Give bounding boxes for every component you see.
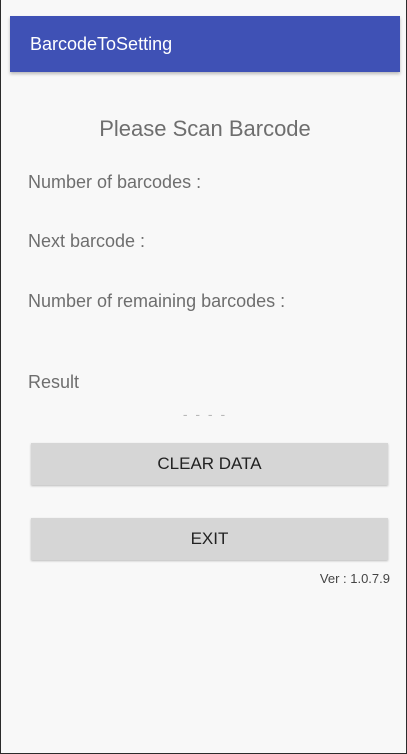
next-barcode-label: Next barcode : [28, 231, 146, 251]
scan-instruction: Please Scan Barcode [99, 116, 311, 141]
app-bar: BarcodeToSetting [10, 16, 400, 72]
result-label: Result [28, 372, 80, 392]
version-label: Ver : 1.0.7.9 [319, 571, 390, 586]
app-screen: BarcodeToSetting Please Scan Barcode Num… [0, 0, 407, 754]
result-value: - - - - [182, 406, 228, 422]
number-of-barcodes-label: Number of barcodes : [28, 172, 202, 192]
main-content: Please Scan Barcode Number of barcodes :… [10, 72, 400, 752]
app-title: BarcodeToSetting [30, 34, 173, 54]
remaining-barcodes-label: Number of remaining barcodes : [28, 291, 286, 311]
clear-data-button[interactable]: CLEAR DATA [31, 443, 388, 485]
exit-button[interactable]: EXIT [31, 518, 388, 560]
